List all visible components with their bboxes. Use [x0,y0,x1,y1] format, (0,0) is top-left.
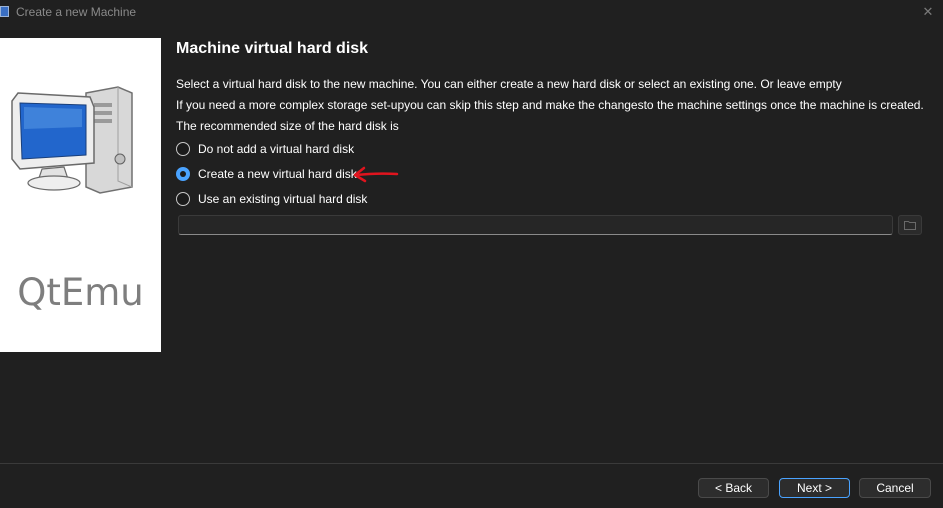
next-button[interactable]: Next > [779,478,850,498]
radio-label[interactable]: Do not add a virtual hard disk [198,142,354,156]
computer-icon [11,86,133,194]
close-button[interactable]: ✕ [917,2,939,22]
radio-label[interactable]: Use an existing virtual hard disk [198,192,367,206]
app-icon [0,6,9,17]
disk-path-input[interactable] [178,215,893,235]
radio-indicator[interactable] [176,142,190,156]
banner-logo-text: QtEmu [17,271,144,314]
title-bar: Create a new Machine ✕ [0,0,943,24]
radio-indicator[interactable] [176,167,190,181]
page-title: Machine virtual hard disk [176,40,369,57]
radio-indicator[interactable] [176,192,190,206]
wizard-window: Create a new Machine ✕ QtEmu Machine vir… [0,0,943,508]
footer-separator [0,463,943,464]
description-line: The recommended size of the hard disk is [176,119,399,133]
window-title: Create a new Machine [16,5,137,19]
radio-use-existing-disk[interactable]: Use an existing virtual hard disk [176,190,367,208]
folder-icon [904,221,916,230]
radio-no-disk[interactable]: Do not add a virtual hard disk [176,140,354,158]
radio-label[interactable]: Create a new virtual hard disk [198,167,357,181]
annotation-arrow-icon [353,166,399,183]
close-icon: ✕ [922,4,934,19]
wizard-banner: QtEmu [0,38,161,352]
description-line: Select a virtual hard disk to the new ma… [176,77,842,91]
cancel-button[interactable]: Cancel [859,478,931,498]
radio-create-new-disk[interactable]: Create a new virtual hard disk [176,165,357,183]
browse-disk-button[interactable] [898,215,922,235]
description-line: If you need a more complex storage set-u… [176,98,924,112]
back-button[interactable]: < Back [698,478,769,498]
